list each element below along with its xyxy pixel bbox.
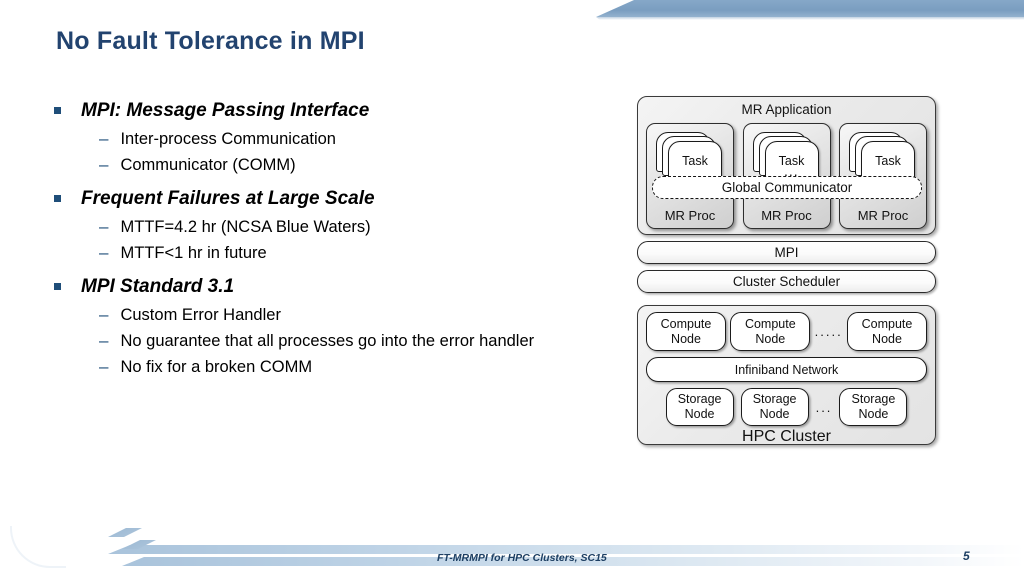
mr-proc-label: MR Proc	[761, 208, 812, 223]
bullet-heading: MPI Standard 3.1	[81, 276, 235, 297]
sub-bullet-item: – MTTF<1 hr in future	[99, 241, 624, 265]
task-card-front: Task	[861, 141, 915, 181]
dash-bullet-icon: –	[99, 305, 109, 324]
dash-bullet-icon: –	[99, 243, 109, 262]
compute-node-line2: Node	[755, 331, 786, 346]
sub-bullet-item: – Custom Error Handler	[99, 303, 624, 327]
storage-node: Storage Node	[665, 388, 734, 426]
bullet-item-failures: Frequent Failures at Large Scale	[54, 186, 624, 212]
compute-node: Compute Node	[646, 312, 726, 351]
sub-bullet-label: Communicator (COMM)	[120, 156, 296, 174]
dash-bullet-icon: –	[99, 155, 109, 174]
mr-proc-label: MR Proc	[857, 208, 909, 223]
compute-node-line1: Compute	[861, 316, 913, 331]
slide-number: 5	[963, 549, 970, 563]
sub-bullet-item: – MTTF=4.2 hr (NCSA Blue Waters)	[99, 215, 624, 239]
compute-node-line2: Node	[872, 331, 902, 346]
bullet-item-mpi: MPI: Message Passing Interface	[54, 98, 624, 124]
sub-bullet-label: MTTF=4.2 hr (NCSA Blue Waters)	[120, 218, 371, 236]
dash-bullet-icon: –	[99, 129, 109, 148]
dash-bullet-icon: –	[99, 217, 109, 236]
square-bullet-icon	[54, 283, 61, 290]
task-stack: Task	[849, 132, 915, 181]
storage-node-line1: Storage	[851, 392, 896, 406]
dash-bullet-icon: –	[99, 357, 109, 376]
page-title: No Fault Tolerance in MPI	[56, 27, 365, 55]
sub-bullet-item: – Inter-process Communication	[99, 127, 624, 151]
corner-arc-decoration	[10, 526, 66, 568]
cluster-scheduler-bar: Cluster Scheduler	[637, 270, 936, 293]
dash-bullet-icon: –	[99, 331, 109, 350]
storage-node-line2: Node	[684, 407, 715, 421]
infiniband-network-bar: Infiniband Network	[646, 357, 927, 382]
sub-bullet-label: No guarantee that all processes go into …	[120, 332, 535, 350]
task-stack: Task	[656, 132, 722, 181]
architecture-diagram: MR Application Task MR Proc Task MR Proc	[637, 96, 936, 445]
bullet-content: MPI: Message Passing Interface – Inter-p…	[54, 98, 624, 388]
bullet-heading: MPI: Message Passing Interface	[81, 100, 370, 121]
top-banner-decoration	[596, 0, 1024, 17]
sub-bullet-label: Inter-process Communication	[120, 130, 336, 148]
sub-bullet-label: No fix for a broken COMM	[120, 358, 313, 376]
storage-node-ellipsis: ...	[815, 399, 833, 415]
storage-node: Storage Node	[839, 388, 908, 426]
mr-application-title: MR Application	[741, 102, 832, 117]
storage-node-line1: Storage	[677, 392, 722, 406]
bullet-group-3: MPI Standard 3.1 – Custom Error Handler …	[54, 274, 624, 379]
bullet-heading: Frequent Failures at Large Scale	[81, 188, 375, 209]
top-banner-shadow	[596, 17, 1024, 20]
mr-proc-row: Task MR Proc Task MR Proc Task MR Proc .…	[638, 119, 935, 229]
sub-bullet-item: – Communicator (COMM)	[99, 153, 624, 177]
square-bullet-icon	[54, 195, 61, 202]
mpi-layer-bar: MPI	[637, 241, 936, 264]
storage-node: Storage Node	[740, 388, 809, 426]
compute-node-line2: Node	[671, 331, 701, 346]
bullet-item-standard: MPI Standard 3.1	[54, 274, 624, 300]
sub-bullet-label: Custom Error Handler	[120, 306, 281, 324]
compute-node-line1: Compute	[660, 316, 712, 331]
hpc-cluster-title: HPC Cluster	[742, 428, 831, 445]
mr-proc-label: MR Proc	[664, 208, 716, 223]
compute-node-ellipsis: .....	[814, 324, 843, 339]
task-card-front: Task	[668, 141, 722, 181]
footer-text: FT-MRMPI for HPC Clusters, SC15	[437, 552, 607, 564]
square-bullet-icon	[54, 107, 61, 114]
storage-node-line1: Storage	[752, 392, 797, 406]
compute-node: Compute Node	[847, 312, 927, 351]
sub-bullet-label: MTTF<1 hr in future	[120, 244, 267, 262]
bullet-group-1: MPI: Message Passing Interface – Inter-p…	[54, 98, 624, 177]
storage-node-line2: Node	[759, 407, 790, 421]
compute-node-line1: Compute	[744, 316, 796, 331]
hpc-cluster-panel: Compute Node Compute Node ..... Compute …	[637, 305, 936, 445]
storage-node-row: Storage Node Storage Node ... Storage No…	[646, 388, 927, 426]
bullet-group-2: Frequent Failures at Large Scale – MTTF=…	[54, 186, 624, 265]
storage-node-line2: Node	[858, 407, 889, 421]
global-communicator-pill: Global Communicator	[652, 176, 922, 199]
sub-bullet-item: – No guarantee that all processes go int…	[99, 329, 624, 353]
mr-application-panel: MR Application Task MR Proc Task MR Proc	[637, 96, 936, 235]
sub-bullet-item: – No fix for a broken COMM	[99, 355, 624, 379]
compute-node-row: Compute Node Compute Node ..... Compute …	[646, 312, 927, 351]
compute-node: Compute Node	[730, 312, 811, 351]
